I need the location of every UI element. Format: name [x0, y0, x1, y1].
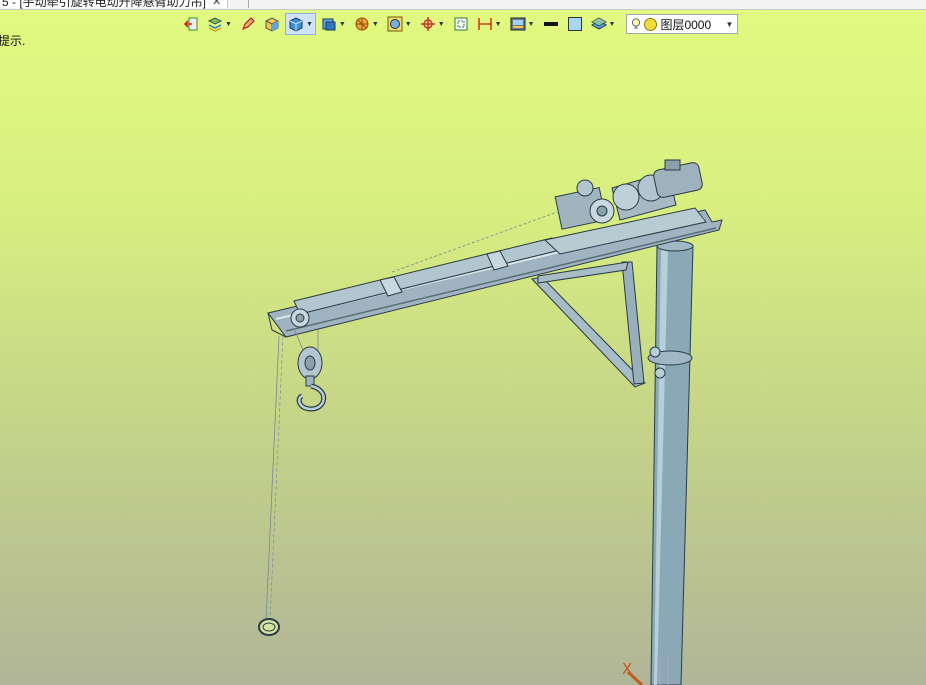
cad-viewport[interactable] — [0, 0, 926, 685]
hanging-cable-left — [265, 335, 280, 621]
axis-x-label: X — [622, 660, 633, 678]
hook-block — [296, 346, 327, 412]
winch-drum — [554, 179, 615, 230]
pendant-controller — [258, 618, 280, 636]
jib-crane-model — [258, 159, 723, 685]
